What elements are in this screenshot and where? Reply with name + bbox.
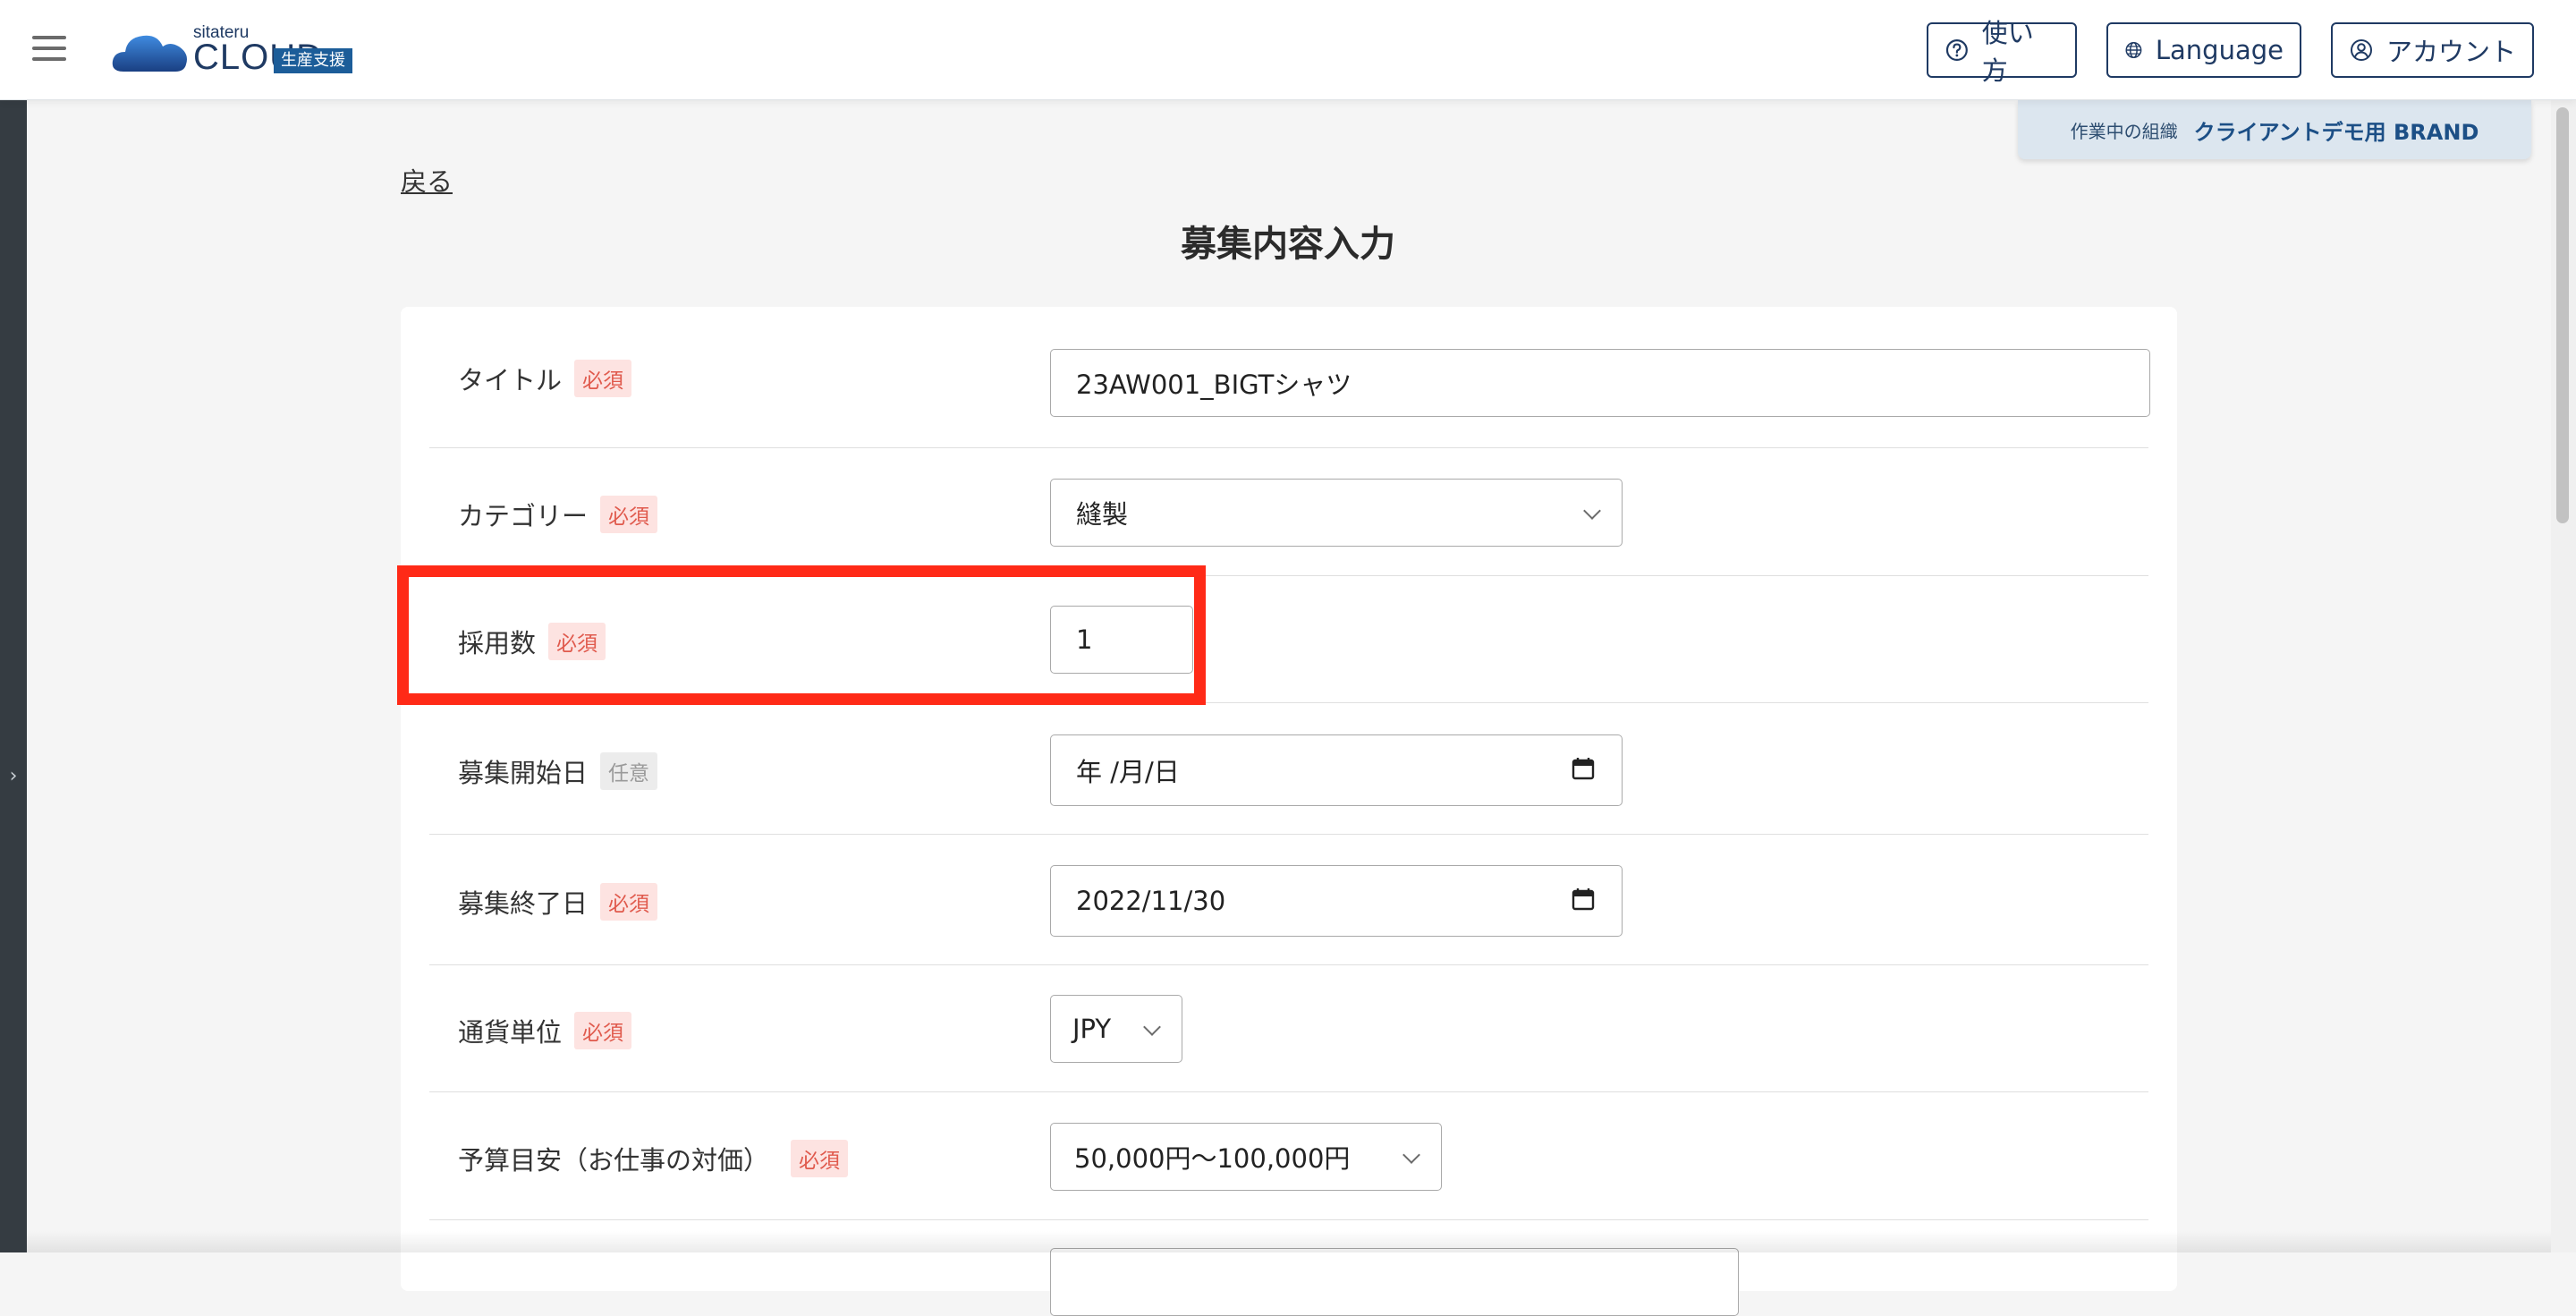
org-name: クライアントデモ用 BRAND (2193, 119, 2479, 145)
hires-label-group: 採用数 必須 (458, 623, 606, 660)
title-label-group: タイトル 必須 (458, 360, 632, 397)
next-field-partial[interactable] (1050, 1248, 1739, 1316)
chevron-down-icon (1402, 1146, 1420, 1164)
end-date-input-value: 2022/11/30 (1076, 886, 1226, 916)
required-badge: 必須 (791, 1140, 849, 1177)
form-row-budget: 予算目安（お仕事の対価） 必須 50,000円〜100,000円 (429, 1092, 2148, 1220)
form-row-hires: 採用数 必須 1 (429, 576, 2148, 703)
title-input-value: 23AW001_BIGTシャツ (1076, 369, 1352, 400)
category-label: カテゴリー (458, 501, 589, 531)
hamburger-menu-icon[interactable] (32, 36, 66, 63)
top-bar: sitateru CLOUD 生産支援 使い方 Language アカウント (0, 0, 2576, 100)
end-date-label: 募集終了日 (458, 888, 589, 919)
form-row-currency: 通貨単位 必須 JPY (429, 965, 2148, 1092)
optional-badge: 任意 (600, 752, 658, 790)
logo-badge: 生産支援 (274, 48, 352, 73)
collapsed-sidebar: › (0, 100, 27, 1252)
start-date-input-value: 年 /月/日 (1076, 757, 1180, 787)
budget-select[interactable]: 50,000円〜100,000円 (1050, 1123, 1442, 1191)
budget-label-group: 予算目安（お仕事の対価） 必須 (458, 1140, 849, 1177)
currency-select[interactable]: JPY (1050, 995, 1182, 1063)
required-badge: 必須 (574, 360, 632, 397)
budget-select-value: 50,000円〜100,000円 (1074, 1143, 1351, 1174)
form-card: タイトル 必須 23AW001_BIGTシャツ カテゴリー 必須 縫製 採用数 … (401, 307, 2177, 1316)
hires-input-value: 1 (1076, 624, 1093, 655)
cloud-logo-icon (112, 35, 187, 72)
category-select-value: 縫製 (1076, 499, 1129, 530)
bottom-fade (27, 1231, 2551, 1252)
start-date-label-group: 募集開始日 任意 (458, 752, 658, 790)
form-row-title: タイトル 必須 23AW001_BIGTシャツ (429, 307, 2150, 448)
hires-number-input[interactable]: 1 (1050, 606, 1193, 674)
back-link[interactable]: 戻る (401, 161, 453, 199)
question-circle-icon (1945, 39, 1968, 61)
calendar-icon[interactable] (1572, 887, 1595, 911)
user-circle-icon (2351, 39, 2372, 61)
help-button-label: 使い方 (1981, 18, 2034, 86)
start-date-input[interactable]: 年 /月/日 (1050, 734, 1623, 806)
required-badge: 必須 (600, 496, 658, 533)
currency-label: 通貨単位 (458, 1017, 563, 1048)
category-label-group: カテゴリー 必須 (458, 496, 658, 533)
logo[interactable]: sitateru CLOUD 生産支援 (111, 23, 415, 79)
form-row-end-date: 募集終了日 必須 2022/11/30 (429, 835, 2148, 965)
chevron-right-icon[interactable]: › (5, 766, 21, 787)
currency-label-group: 通貨単位 必須 (458, 1012, 632, 1049)
start-date-label: 募集開始日 (458, 758, 589, 788)
page-title: 募集内容入力 (1181, 224, 1395, 265)
title-label: タイトル (458, 365, 563, 395)
category-select[interactable]: 縫製 (1050, 479, 1623, 547)
chevron-down-icon (1143, 1018, 1161, 1036)
budget-label: 予算目安（お仕事の対価） (458, 1145, 770, 1176)
currency-select-value: JPY (1072, 1014, 1112, 1044)
required-badge: 必須 (574, 1012, 632, 1049)
required-badge: 必須 (548, 623, 606, 660)
calendar-icon[interactable] (1572, 757, 1595, 780)
title-input[interactable]: 23AW001_BIGTシャツ (1050, 349, 2150, 417)
help-button[interactable]: 使い方 (1927, 18, 2077, 86)
language-button-label: Language (2155, 35, 2284, 65)
required-badge: 必須 (600, 883, 658, 921)
account-button[interactable]: アカウント (2331, 22, 2534, 78)
end-date-input[interactable]: 2022/11/30 (1050, 865, 1623, 937)
current-organization-banner: 作業中の組織 クライアントデモ用 BRAND (2018, 100, 2531, 159)
hires-label: 採用数 (458, 628, 537, 658)
form-row-start-date: 募集開始日 任意 年 /月/日 (429, 703, 2148, 835)
language-button[interactable]: Language (2106, 22, 2301, 78)
end-date-label-group: 募集終了日 必須 (458, 883, 658, 921)
globe-icon (2125, 42, 2142, 58)
account-button-label: アカウント (2386, 37, 2517, 67)
org-label: 作業中の組織 (2070, 120, 2178, 142)
chevron-down-icon (1583, 502, 1601, 520)
form-row-category: カテゴリー 必須 縫製 (429, 448, 2148, 576)
scrollbar-thumb[interactable] (2556, 107, 2569, 523)
